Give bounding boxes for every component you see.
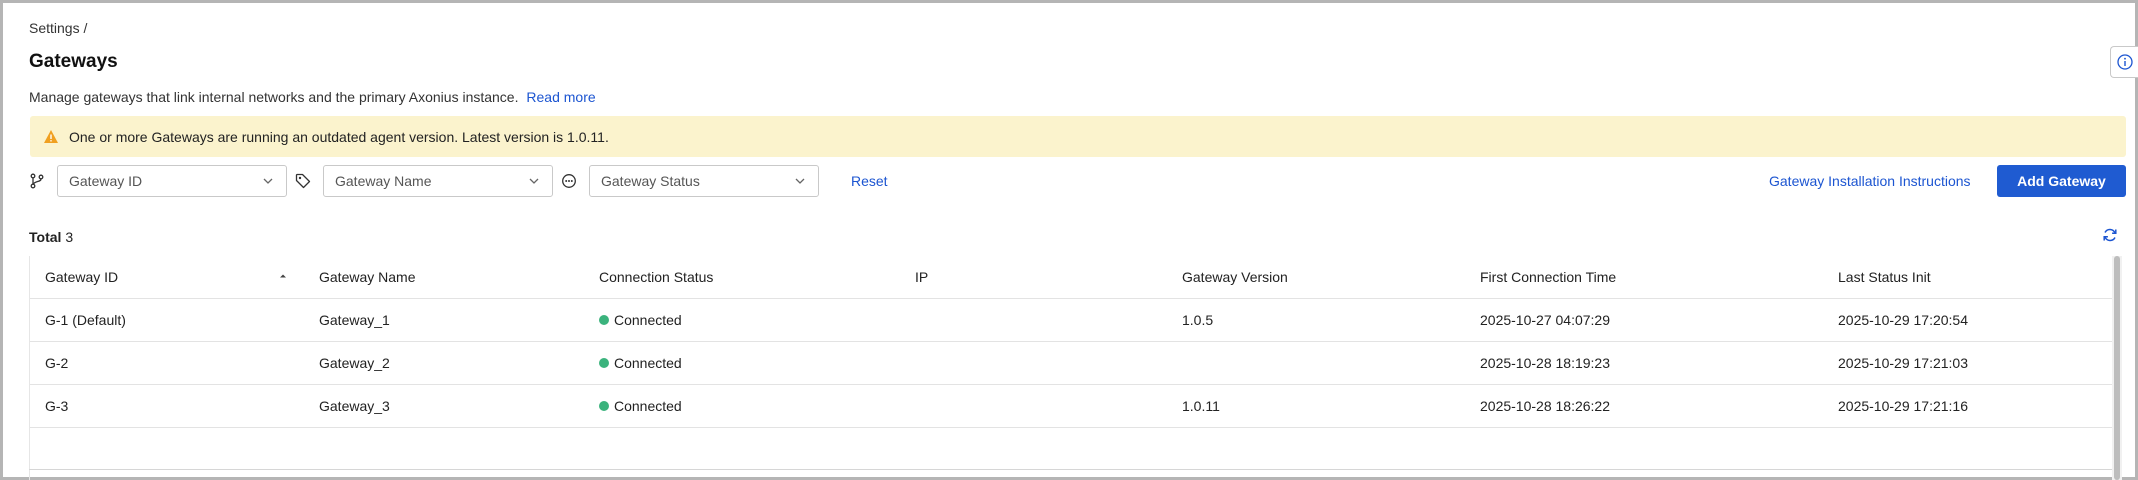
column-header-connection-status[interactable]: Connection Status: [599, 256, 713, 298]
cell-gateway-id: G-1 (Default): [45, 312, 126, 328]
cell-gateway-id: G-3: [45, 398, 69, 414]
chevron-down-icon: [529, 178, 539, 184]
column-header-ip[interactable]: IP: [915, 256, 928, 298]
add-gateway-button[interactable]: Add Gateway: [1997, 165, 2126, 197]
status-text: Connected: [614, 355, 682, 371]
cell-connection-status: Connected: [599, 385, 682, 427]
gateways-table: Gateway ID Gateway Name Connection Statu…: [29, 256, 2113, 480]
description-text: Manage gateways that link internal netwo…: [29, 89, 519, 105]
cell-gateway-version: 1.0.5: [1182, 312, 1214, 328]
column-header-first-connection-time[interactable]: First Connection Time: [1480, 256, 1616, 298]
table-header: Gateway ID Gateway Name Connection Statu…: [30, 256, 2113, 299]
column-header-gateway-version[interactable]: Gateway Version: [1182, 256, 1288, 298]
cell-gateway-name: Gateway_3: [319, 398, 390, 414]
status-text: Connected: [614, 398, 682, 414]
cell-last-status-init: 2025-10-29 17:21:03: [1838, 355, 1968, 371]
cell-gateway-id: G-2: [45, 355, 69, 371]
column-header-gateway-name[interactable]: Gateway Name: [319, 256, 415, 298]
gateway-status-placeholder: Gateway Status: [601, 173, 700, 189]
banner-text: One or more Gateways are running an outd…: [69, 128, 609, 145]
column-header-last-status-init[interactable]: Last Status Init: [1838, 256, 1931, 298]
breadcrumb[interactable]: Settings /: [29, 20, 87, 36]
chevron-down-icon: [263, 178, 273, 184]
scrollbar-thumb[interactable]: [2114, 256, 2120, 480]
table-row[interactable]: G-3 Gateway_3 Connected 1.0.11 2025-10-2…: [30, 385, 2113, 428]
total-count: Total 3: [29, 229, 73, 245]
page-title: Gateways: [29, 51, 118, 72]
table-bottom-border: [29, 469, 2112, 470]
reset-filters-button[interactable]: Reset: [851, 173, 888, 189]
status-text: Connected: [614, 312, 682, 328]
gateway-name-placeholder: Gateway Name: [335, 173, 432, 189]
gateway-id-select[interactable]: Gateway ID: [57, 165, 287, 197]
info-icon: [2116, 54, 2133, 70]
gateway-id-placeholder: Gateway ID: [69, 173, 143, 189]
connected-status-dot: [599, 401, 609, 411]
filter-bar: Gateway ID Gateway Name Gateway Status R…: [0, 165, 2138, 197]
page-description: Manage gateways that link internal netwo…: [29, 89, 596, 105]
total-value: 3: [65, 229, 74, 245]
cell-gateway-name: Gateway_2: [319, 355, 390, 371]
connected-status-dot: [599, 358, 609, 368]
cell-gateway-version: 1.0.11: [1182, 398, 1220, 414]
table-row[interactable]: G-1 (Default) Gateway_1 Connected 1.0.5 …: [30, 299, 2113, 342]
outdated-version-banner: One or more Gateways are running an outd…: [30, 116, 2126, 157]
column-header-gateway-id[interactable]: Gateway ID: [45, 256, 118, 298]
refresh-icon[interactable]: [2102, 227, 2118, 243]
status-icon: [562, 174, 576, 188]
chevron-down-icon: [795, 178, 805, 184]
cell-connection-status: Connected: [599, 342, 682, 384]
tag-icon: [295, 173, 311, 189]
cell-first-connection-time: 2025-10-28 18:19:23: [1480, 355, 1610, 371]
cell-gateway-name: Gateway_1: [319, 312, 390, 328]
branch-icon: [30, 173, 44, 189]
installation-instructions-link[interactable]: Gateway Installation Instructions: [1769, 173, 1971, 189]
cell-first-connection-time: 2025-10-27 04:07:29: [1480, 312, 1610, 328]
gateway-name-select[interactable]: Gateway Name: [323, 165, 553, 197]
cell-last-status-init: 2025-10-29 17:21:16: [1838, 398, 1968, 414]
connected-status-dot: [599, 315, 609, 325]
warning-icon: [43, 129, 59, 145]
table-scrollbar[interactable]: [2112, 256, 2122, 480]
total-label: Total: [29, 229, 62, 245]
info-button[interactable]: [2110, 46, 2138, 78]
gateway-status-select[interactable]: Gateway Status: [589, 165, 819, 197]
cell-last-status-init: 2025-10-29 17:20:54: [1838, 312, 1968, 328]
cell-first-connection-time: 2025-10-28 18:26:22: [1480, 398, 1610, 414]
read-more-link[interactable]: Read more: [526, 89, 595, 105]
table-row[interactable]: G-2 Gateway_2 Connected 2025-10-28 18:19…: [30, 342, 2113, 385]
cell-connection-status: Connected: [599, 299, 682, 341]
sort-ascending-icon[interactable]: [278, 271, 288, 281]
